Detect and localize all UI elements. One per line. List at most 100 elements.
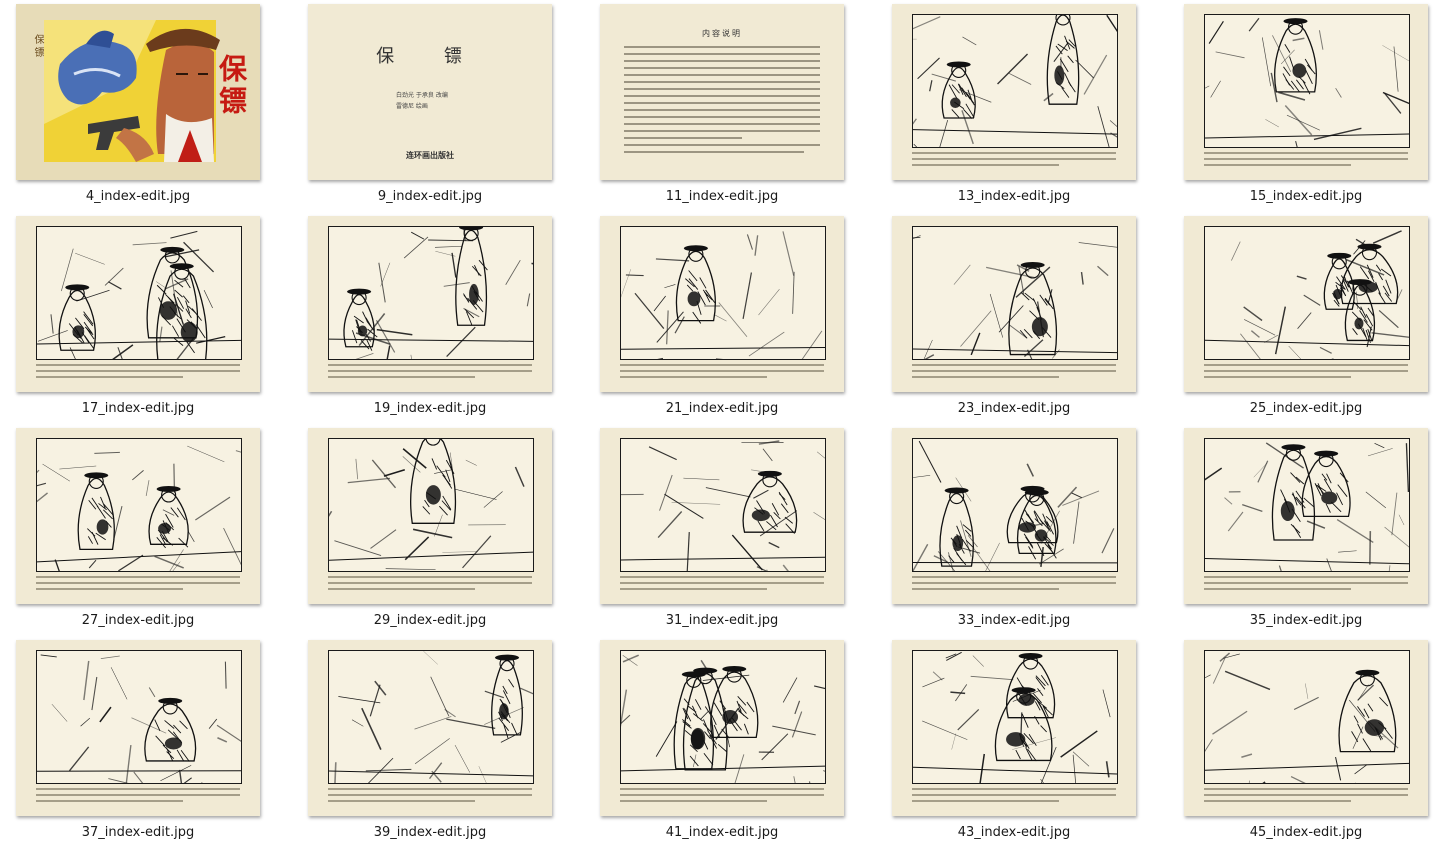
file-thumbnail[interactable] [308,640,552,816]
file-thumbnail[interactable] [600,216,844,392]
file-name-label[interactable]: 33_index-edit.jpg [884,613,1144,628]
panel-caption [328,576,532,594]
panel-caption [1204,152,1408,170]
file-tile[interactable]: 13_index-edit.jpg [884,4,1144,204]
comic-panel-illustration [328,226,534,360]
file-name-label[interactable]: 39_index-edit.jpg [300,825,560,840]
file-tile[interactable]: 23_index-edit.jpg [884,216,1144,416]
file-name-label[interactable]: 43_index-edit.jpg [884,825,1144,840]
file-thumbnail[interactable] [1184,4,1428,180]
file-name-label[interactable]: 29_index-edit.jpg [300,613,560,628]
file-thumbnail[interactable] [892,4,1136,180]
file-tile[interactable]: 33_index-edit.jpg [884,428,1144,628]
file-thumbnail[interactable] [308,216,552,392]
file-thumbnail[interactable]: 保 镖白劲光 于承良 改编 雷德尼 绘画 连环画出版社 [308,4,552,180]
file-thumbnail[interactable] [16,216,260,392]
comic-panel-illustration [36,226,242,360]
cover-side-title: 保 镖 [32,34,43,58]
file-name-label[interactable]: 31_index-edit.jpg [592,613,852,628]
file-tile[interactable]: 保 镖保镖 4_index-edit.jpg [8,4,268,204]
file-tile[interactable]: 保 镖白劲光 于承良 改编 雷德尼 绘画 连环画出版社 9_index-edit.jp… [300,4,560,204]
panel-caption [36,364,240,382]
file-tile[interactable]: 内容说明 11_index-edit.jpg [592,4,852,204]
file-name-label[interactable]: 17_index-edit.jpg [8,401,268,416]
panel-caption [36,576,240,594]
comic-panel-illustration [36,650,242,784]
cover-art: 保 镖保镖 [16,4,260,180]
file-thumbnail[interactable] [892,640,1136,816]
panel-caption [36,788,240,806]
title-page-heading: 保 镖 [376,46,484,67]
file-tile[interactable]: 27_index-edit.jpg [8,428,268,628]
file-name-label[interactable]: 19_index-edit.jpg [300,401,560,416]
file-tile[interactable]: 15_index-edit.jpg [1176,4,1436,204]
file-thumbnail[interactable] [16,640,260,816]
file-name-label[interactable]: 37_index-edit.jpg [8,825,268,840]
credit-line: 白劲光 于承良 改编 [396,92,448,99]
comic-panel-illustration [36,438,242,572]
panel-caption [620,576,824,594]
comic-panel-illustration [1204,650,1410,784]
file-tile[interactable]: 45_index-edit.jpg [1176,640,1436,840]
file-thumbnail[interactable] [16,428,260,604]
comic-panel-illustration [328,650,534,784]
file-name-label[interactable]: 41_index-edit.jpg [592,825,852,840]
comic-panel-illustration [620,438,826,572]
file-tile[interactable]: 41_index-edit.jpg [592,640,852,840]
file-thumbnail[interactable]: 保 镖保镖 [16,4,260,180]
file-name-label[interactable]: 27_index-edit.jpg [8,613,268,628]
file-thumbnail[interactable] [308,428,552,604]
file-tile[interactable]: 25_index-edit.jpg [1176,216,1436,416]
file-name-label[interactable]: 9_index-edit.jpg [300,189,560,204]
file-tile[interactable]: 29_index-edit.jpg [300,428,560,628]
panel-caption [620,788,824,806]
file-thumbnail[interactable] [1184,216,1428,392]
file-name-label[interactable]: 25_index-edit.jpg [1176,401,1436,416]
comic-panel-illustration [912,14,1118,148]
file-tile[interactable]: 37_index-edit.jpg [8,640,268,840]
file-tile[interactable]: 35_index-edit.jpg [1176,428,1436,628]
comic-panel-illustration [620,650,826,784]
file-tile[interactable]: 21_index-edit.jpg [592,216,852,416]
file-tile[interactable]: 31_index-edit.jpg [592,428,852,628]
file-name-label[interactable]: 13_index-edit.jpg [884,189,1144,204]
comic-panel-illustration [1204,438,1410,572]
file-name-label[interactable]: 35_index-edit.jpg [1176,613,1436,628]
credit-line: 雷德尼 绘画 [396,103,428,110]
panel-caption [1204,364,1408,382]
file-thumbnail[interactable] [1184,428,1428,604]
file-tile[interactable]: 19_index-edit.jpg [300,216,560,416]
comic-panel-illustration [328,438,534,572]
comic-panel-illustration [1204,14,1410,148]
comic-panel-illustration [912,650,1118,784]
intro-text-block [624,46,820,158]
file-name-label[interactable]: 11_index-edit.jpg [592,189,852,204]
file-tile[interactable]: 17_index-edit.jpg [8,216,268,416]
panel-caption [912,364,1116,382]
file-tile[interactable]: 39_index-edit.jpg [300,640,560,840]
panel-caption [1204,576,1408,594]
file-name-label[interactable]: 21_index-edit.jpg [592,401,852,416]
comic-panel-illustration [620,226,826,360]
comic-panel-illustration [1204,226,1410,360]
file-name-label[interactable]: 23_index-edit.jpg [884,401,1144,416]
file-thumbnail[interactable] [600,640,844,816]
file-name-label[interactable]: 15_index-edit.jpg [1176,189,1436,204]
file-name-label[interactable]: 4_index-edit.jpg [8,189,268,204]
file-thumbnail[interactable] [600,428,844,604]
file-thumbnail[interactable] [1184,640,1428,816]
comic-panel-illustration [912,226,1118,360]
file-thumbnail[interactable] [892,216,1136,392]
file-tile[interactable]: 43_index-edit.jpg [884,640,1144,840]
file-name-label[interactable]: 45_index-edit.jpg [1176,825,1436,840]
panel-caption [912,788,1116,806]
panel-caption [328,364,532,382]
panel-caption [912,576,1116,594]
file-thumbnail[interactable]: 内容说明 [600,4,844,180]
comic-panel-illustration [912,438,1118,572]
file-thumbnail[interactable] [892,428,1136,604]
panel-caption [620,364,824,382]
panel-caption [328,788,532,806]
intro-heading: 内容说明 [702,29,742,38]
panel-caption [1204,788,1408,806]
